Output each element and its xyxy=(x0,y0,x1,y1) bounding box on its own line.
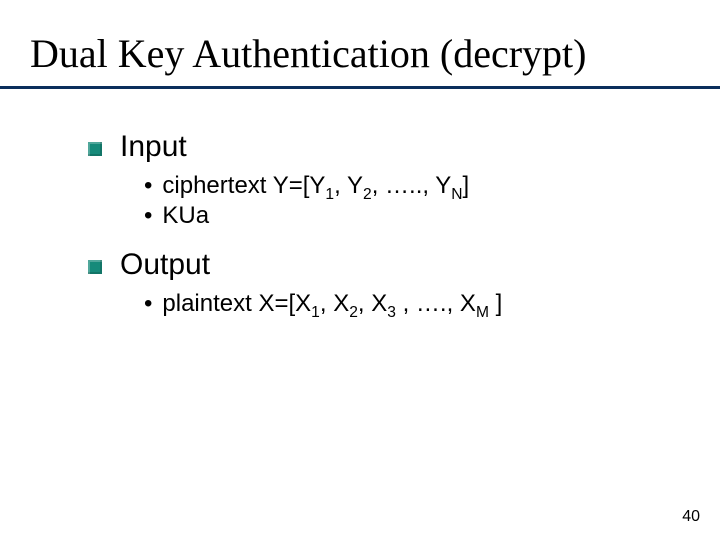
bullet-dot-icon: • xyxy=(144,204,152,228)
section-heading-input: Input xyxy=(88,130,648,164)
slide-body: Input • ciphertext Y=[Y1, Y2, ….., YN] •… xyxy=(88,130,648,336)
text-run: plaintext X=[X xyxy=(162,290,311,317)
text-run: ] xyxy=(489,290,502,317)
subscript: 3 xyxy=(387,304,396,321)
item-text: KUa xyxy=(162,202,209,230)
text-run: , …., X xyxy=(396,290,476,317)
slide: Dual Key Authentication (decrypt) Input … xyxy=(0,0,720,540)
text-run: , ….., Y xyxy=(372,172,452,199)
text-run: KUa xyxy=(162,202,209,229)
item-text: ciphertext Y=[Y1, Y2, ….., YN] xyxy=(162,172,469,200)
item-text: plaintext X=[X1, X2, X3 , …., XM ] xyxy=(162,290,502,318)
subscript: 2 xyxy=(363,186,372,203)
text-run: ] xyxy=(463,172,470,199)
subscript: N xyxy=(451,186,462,203)
section-items-input: • ciphertext Y=[Y1, Y2, ….., YN] • KUa xyxy=(144,172,648,230)
subscript: 2 xyxy=(349,304,358,321)
subscript: M xyxy=(476,304,489,321)
section-heading-output: Output xyxy=(88,248,648,282)
title-underline xyxy=(0,86,720,89)
square-bullet-icon xyxy=(88,142,102,156)
text-run: ciphertext Y=[Y xyxy=(162,172,325,199)
bullet-dot-icon: • xyxy=(144,174,152,198)
bullet-dot-icon: • xyxy=(144,292,152,316)
text-run: , X xyxy=(320,290,349,317)
list-item: • plaintext X=[X1, X2, X3 , …., XM ] xyxy=(144,290,648,318)
list-item: • KUa xyxy=(144,202,648,230)
text-run: , X xyxy=(358,290,387,317)
slide-title: Dual Key Authentication (decrypt) xyxy=(30,30,586,77)
heading-text: Output xyxy=(120,248,210,282)
square-bullet-icon xyxy=(88,260,102,274)
subscript: 1 xyxy=(311,304,320,321)
list-item: • ciphertext Y=[Y1, Y2, ….., YN] xyxy=(144,172,648,200)
subscript: 1 xyxy=(325,186,334,203)
heading-text: Input xyxy=(120,130,187,164)
page-number: 40 xyxy=(682,508,700,526)
section-items-output: • plaintext X=[X1, X2, X3 , …., XM ] xyxy=(144,290,648,318)
text-run: , Y xyxy=(334,172,363,199)
